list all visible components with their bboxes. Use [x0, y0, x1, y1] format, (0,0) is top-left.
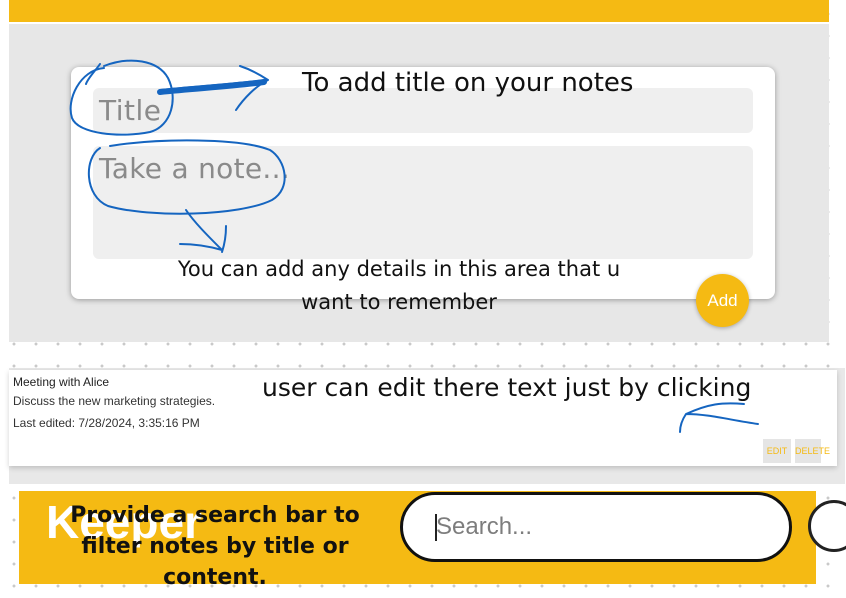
- edit-annotation: user can edit there text just by clickin…: [262, 373, 752, 402]
- note-content: Discuss the new marketing strategies.: [13, 394, 216, 408]
- search-input[interactable]: Search...: [400, 492, 792, 562]
- note-last-edited: Last edited: 7/28/2024, 3:35:16 PM: [13, 416, 200, 430]
- content-annotation: You can add any details in this area tha…: [177, 257, 621, 314]
- note-content-textarea[interactable]: Take a note...: [93, 146, 753, 259]
- delete-button[interactable]: DELETE: [795, 439, 830, 463]
- text-cursor: [435, 514, 437, 541]
- title-annotation: To add title on your notes: [302, 68, 634, 98]
- note-title: Meeting with Alice: [13, 375, 110, 389]
- edit-button[interactable]: EDIT: [763, 439, 791, 463]
- header-strip: [9, 0, 829, 22]
- search-annotation: Provide a search bar to filter notes by …: [70, 503, 360, 590]
- add-note-button[interactable]: Add: [696, 274, 749, 327]
